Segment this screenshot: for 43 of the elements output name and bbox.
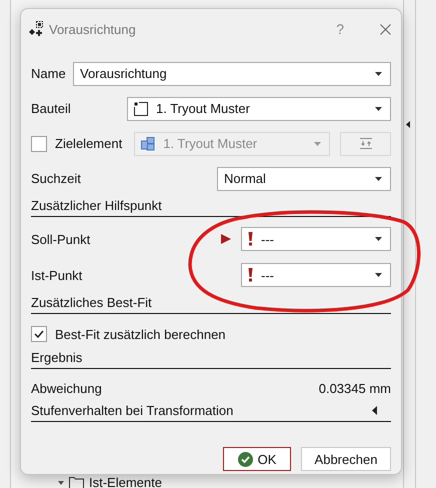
expand-arrow-icon[interactable] (372, 406, 377, 415)
checkmark-circle-icon (238, 452, 253, 466)
alignment-icon (29, 21, 45, 37)
field-label: Name (31, 66, 65, 81)
field-label: Ist-Punkt (31, 268, 82, 282)
caret-icon (375, 273, 382, 277)
exclamation-icon (248, 268, 253, 282)
part-icon (134, 102, 148, 116)
field-label: Suchzeit (31, 171, 82, 186)
caret-icon (314, 142, 321, 146)
deviation-value: 0.03345 mm (318, 380, 391, 396)
section-header: Ergebnis (31, 350, 82, 365)
exclamation-icon (248, 232, 253, 246)
section-header: Zusätzlicher Hilfspunkt (31, 198, 162, 213)
field-label: Bauteil (31, 101, 72, 116)
align-icon (360, 138, 372, 149)
ok-button[interactable]: OK (223, 447, 291, 471)
checkbox-label: Best-Fit zusätzlich berechnen (55, 326, 226, 342)
section-header: Stufenverhalten bei Transformation (31, 403, 234, 418)
folder-icon (69, 476, 84, 488)
close-icon[interactable] (380, 24, 391, 34)
dropdown[interactable]: --- (241, 227, 391, 251)
tree-item[interactable]: Ist-Elemente (89, 475, 162, 488)
section-header: Zusätzliches Best-Fit (31, 295, 152, 310)
align-button[interactable] (340, 132, 391, 156)
checkmark-icon (34, 330, 44, 338)
collapse-arrow-icon[interactable] (406, 121, 410, 128)
blocks-icon (141, 136, 156, 150)
dropdown[interactable]: 1. Tryout Muster (127, 96, 391, 120)
checkbox[interactable] (31, 326, 47, 342)
dropdown[interactable]: --- (241, 263, 391, 287)
caret-icon (375, 237, 382, 241)
caret-icon (375, 72, 382, 76)
dropdown[interactable]: Normal (217, 166, 391, 190)
cancel-button[interactable]: Abbrechen (301, 447, 391, 471)
field-label: Soll-Punkt (31, 232, 90, 246)
expand-caret-icon[interactable] (58, 480, 64, 484)
caret-icon (375, 106, 382, 110)
checkbox-label: Zielelement (55, 136, 122, 151)
field-label: Abweichung (31, 380, 102, 396)
window-title: Vorausrichtung (49, 22, 137, 36)
dropdown[interactable]: Vorausrichtung (73, 62, 391, 86)
caret-icon (375, 176, 382, 180)
